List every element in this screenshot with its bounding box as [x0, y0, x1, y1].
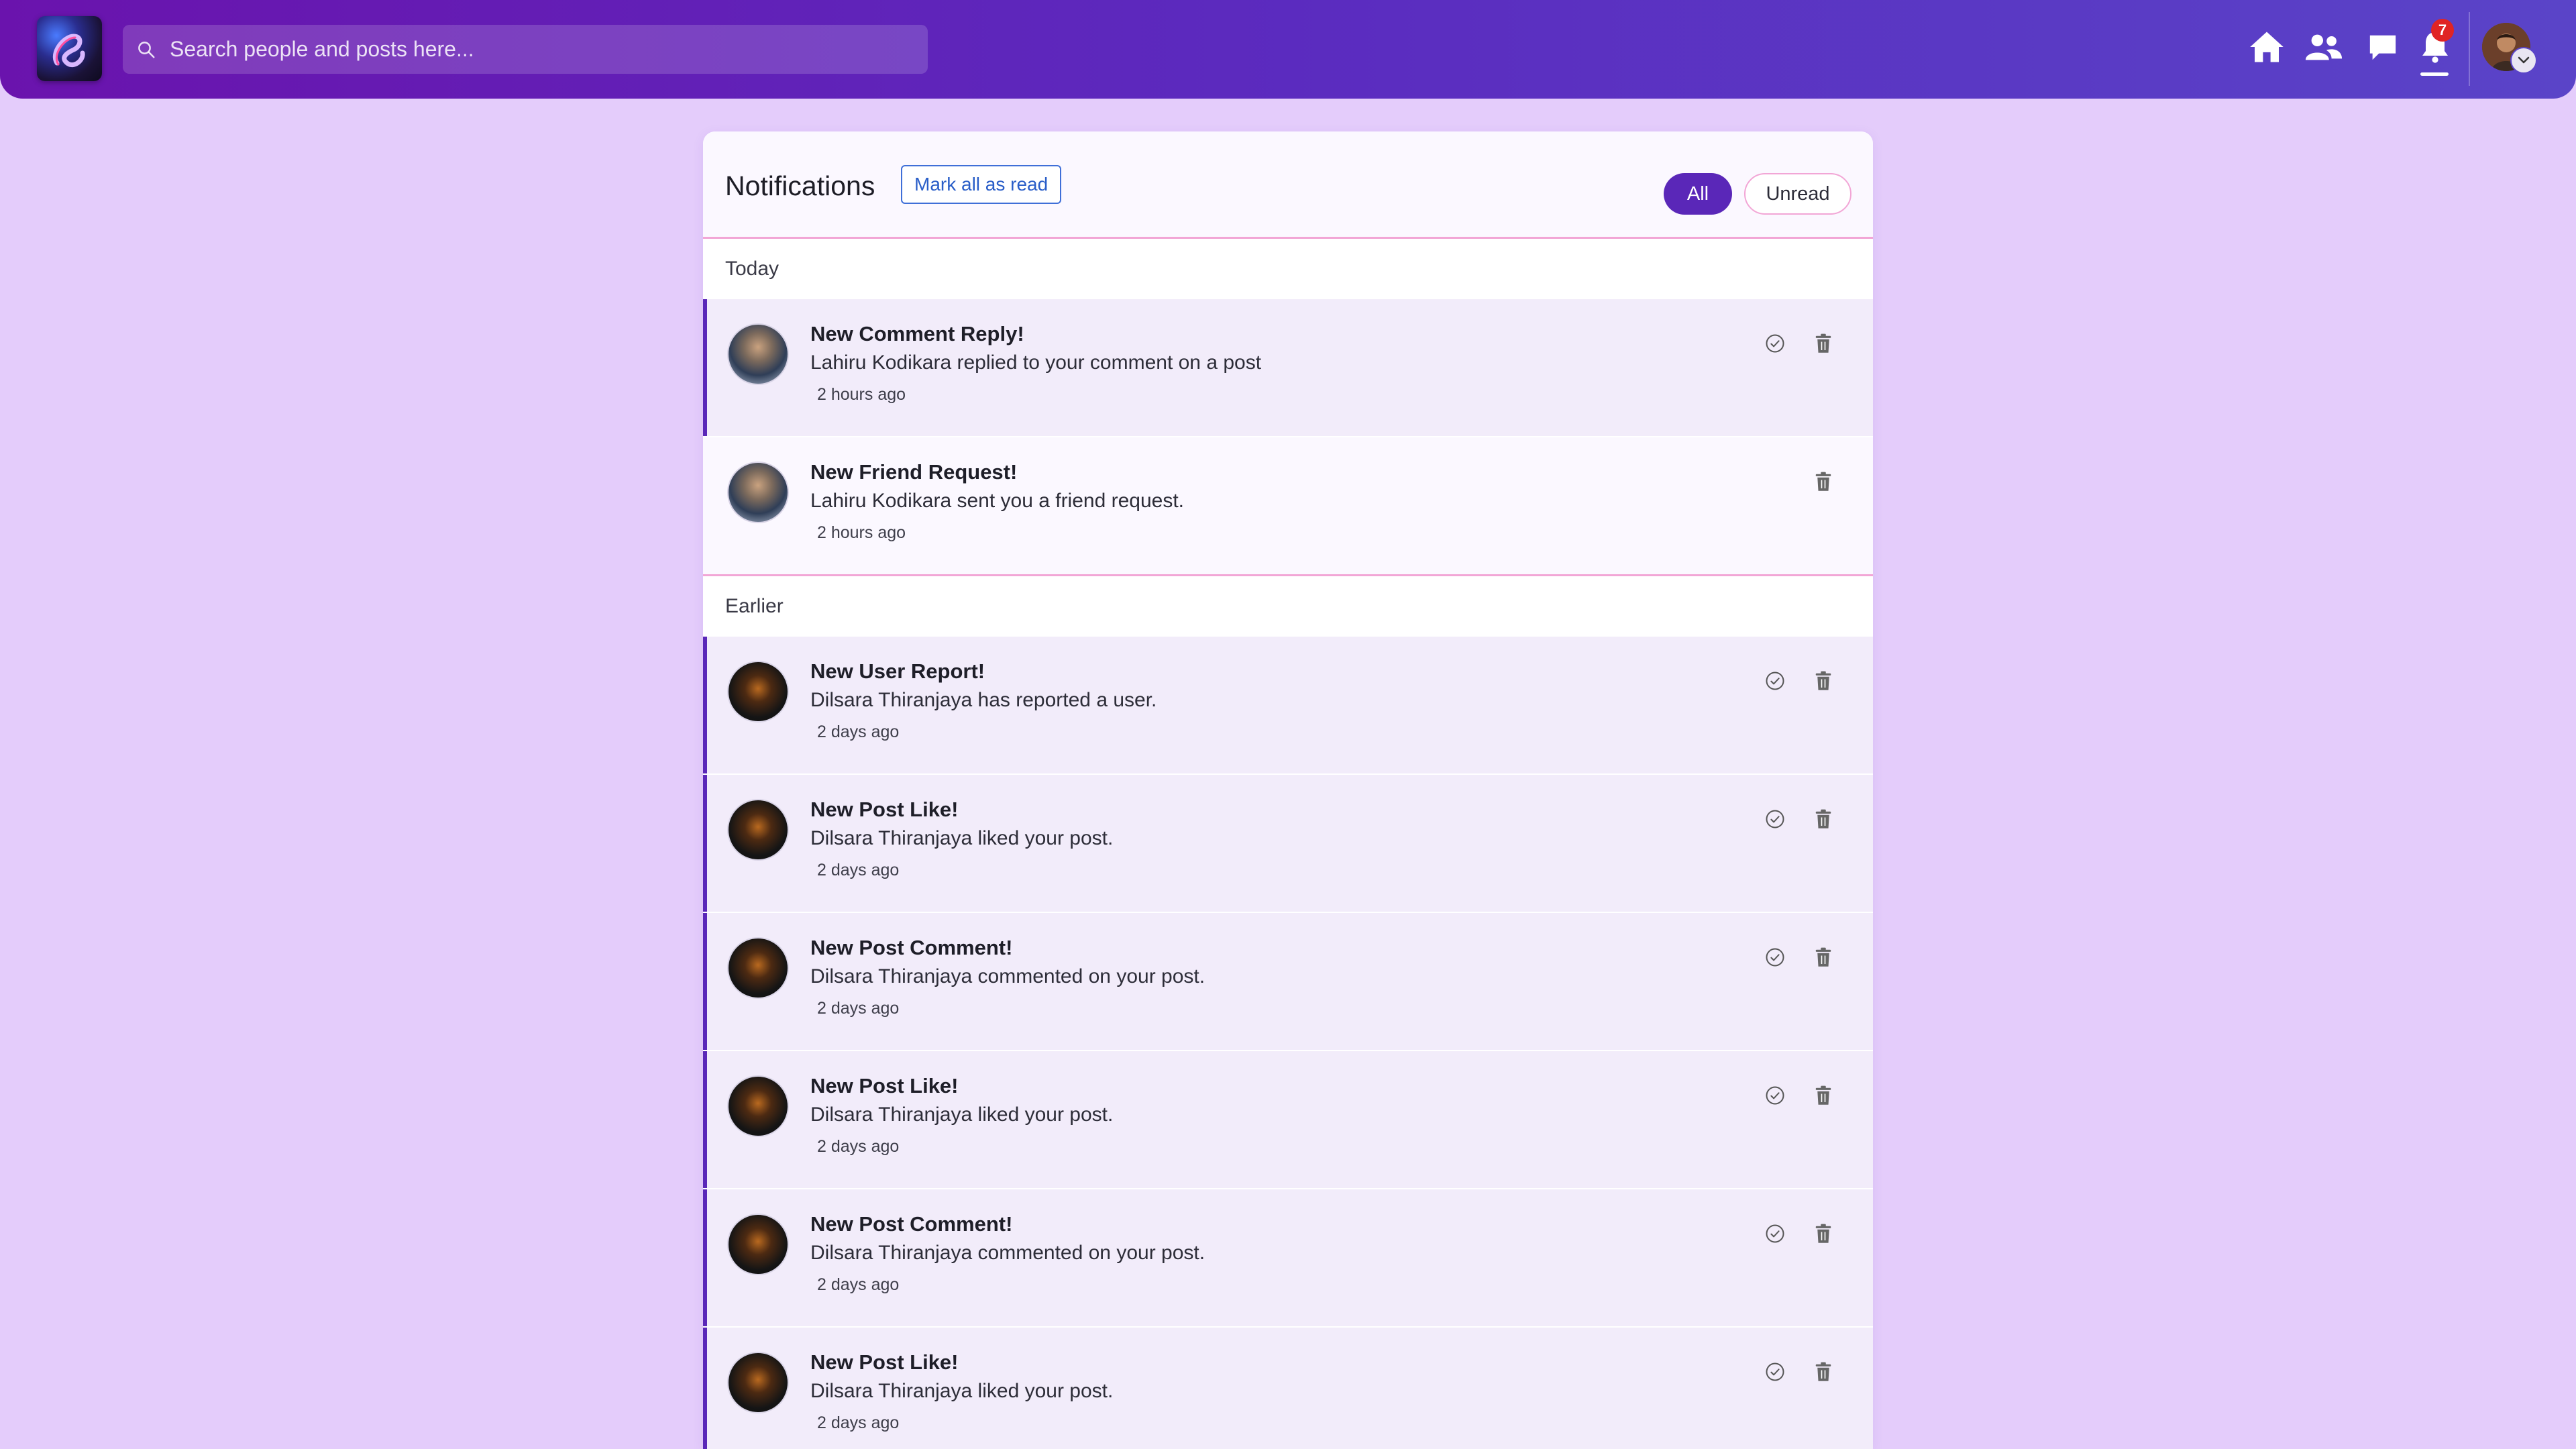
avatar	[727, 661, 789, 722]
notification-title: New User Report!	[810, 659, 985, 683]
mark-read-icon[interactable]	[1762, 330, 1788, 357]
section-label-today: Today	[703, 239, 1873, 299]
notification-text: Dilsara Thiranjaya commented on your pos…	[810, 965, 1205, 987]
messages-icon[interactable]	[2363, 27, 2403, 67]
section-label-earlier: Earlier	[703, 576, 1873, 637]
notification-title: New Post Like!	[810, 1350, 959, 1374]
notification-text: Lahiru Kodikara replied to your comment …	[810, 352, 1262, 374]
delete-trash-icon[interactable]	[1810, 667, 1837, 694]
notification-time: 2 days ago	[817, 1275, 900, 1294]
notification-title: New Comment Reply!	[810, 322, 1024, 345]
avatar	[727, 462, 789, 523]
filter-unread-button[interactable]: Unread	[1744, 173, 1851, 215]
avatar	[727, 1214, 789, 1275]
mark-all-read-button[interactable]: Mark all as read	[901, 165, 1062, 204]
delete-trash-icon[interactable]	[1810, 330, 1837, 357]
top-navbar: 7	[0, 0, 2576, 99]
avatar	[727, 323, 789, 385]
notification-item[interactable]: New Post Like! Dilsara Thiranjaya liked …	[703, 1051, 1873, 1188]
mark-read-icon[interactable]	[1762, 1220, 1788, 1247]
mark-read-icon[interactable]	[1762, 1358, 1788, 1385]
notification-title: New Post Like!	[810, 1074, 959, 1097]
notification-item[interactable]: New Post Like! Dilsara Thiranjaya liked …	[703, 1328, 1873, 1449]
notification-time: 2 hours ago	[817, 385, 906, 404]
profile-menu-chevron-icon[interactable]	[2510, 47, 2537, 74]
notification-text: Dilsara Thiranjaya liked your post.	[810, 827, 1114, 849]
navbar-divider	[2469, 12, 2470, 86]
notification-title: New Post Like!	[810, 798, 959, 821]
notification-time: 2 days ago	[817, 1413, 900, 1432]
delete-trash-icon[interactable]	[1810, 1358, 1837, 1385]
active-tab-indicator	[2420, 72, 2449, 76]
delete-trash-icon[interactable]	[1810, 1220, 1837, 1247]
notification-item[interactable]: New User Report! Dilsara Thiranjaya has …	[703, 637, 1873, 773]
avatar	[727, 799, 789, 861]
notification-item[interactable]: New Friend Request! Lahiru Kodikara sent…	[703, 437, 1873, 574]
avatar	[727, 1075, 789, 1137]
delete-trash-icon[interactable]	[1810, 468, 1837, 495]
delete-trash-icon[interactable]	[1810, 944, 1837, 971]
home-icon[interactable]	[2247, 27, 2287, 67]
notification-time: 2 days ago	[817, 999, 900, 1018]
notification-count-badge: 7	[2431, 19, 2454, 42]
app-logo[interactable]	[37, 16, 102, 81]
notification-time: 2 days ago	[817, 1137, 900, 1156]
search-icon	[138, 41, 155, 58]
search-bar[interactable]	[123, 25, 928, 74]
notification-time: 2 hours ago	[817, 523, 906, 542]
mark-read-icon[interactable]	[1762, 667, 1788, 694]
notifications-header: Notifications Mark all as read All Unrea…	[703, 131, 1873, 239]
mark-read-icon[interactable]	[1762, 1082, 1788, 1109]
notification-item[interactable]: New Post Comment! Dilsara Thiranjaya com…	[703, 1189, 1873, 1326]
delete-trash-icon[interactable]	[1810, 806, 1837, 833]
notification-text: Dilsara Thiranjaya has reported a user.	[810, 689, 1157, 711]
delete-trash-icon[interactable]	[1810, 1082, 1837, 1109]
notification-text: Dilsara Thiranjaya commented on your pos…	[810, 1242, 1205, 1264]
mark-read-icon[interactable]	[1762, 944, 1788, 971]
mark-read-icon[interactable]	[1762, 806, 1788, 833]
notifications-panel: Notifications Mark all as read All Unrea…	[703, 131, 1873, 1449]
notification-item[interactable]: New Post Comment! Dilsara Thiranjaya com…	[703, 913, 1873, 1050]
notification-text: Lahiru Kodikara sent you a friend reques…	[810, 490, 1185, 512]
filter-all-button[interactable]: All	[1664, 173, 1732, 215]
notification-text: Dilsara Thiranjaya liked your post.	[810, 1104, 1114, 1126]
notification-item[interactable]: New Comment Reply! Lahiru Kodikara repli…	[703, 299, 1873, 436]
notification-title: New Post Comment!	[810, 1212, 1013, 1236]
search-input[interactable]	[168, 36, 928, 62]
notification-title: New Friend Request!	[810, 460, 1018, 484]
notification-time: 2 days ago	[817, 861, 900, 879]
avatar	[727, 1352, 789, 1413]
friends-icon[interactable]	[2304, 27, 2344, 67]
notification-title: New Post Comment!	[810, 936, 1013, 959]
notification-item[interactable]: New Post Like! Dilsara Thiranjaya liked …	[703, 775, 1873, 912]
avatar	[727, 937, 789, 999]
page-title: Notifications	[725, 170, 875, 201]
notification-time: 2 days ago	[817, 722, 900, 741]
notification-text: Dilsara Thiranjaya liked your post.	[810, 1380, 1114, 1402]
